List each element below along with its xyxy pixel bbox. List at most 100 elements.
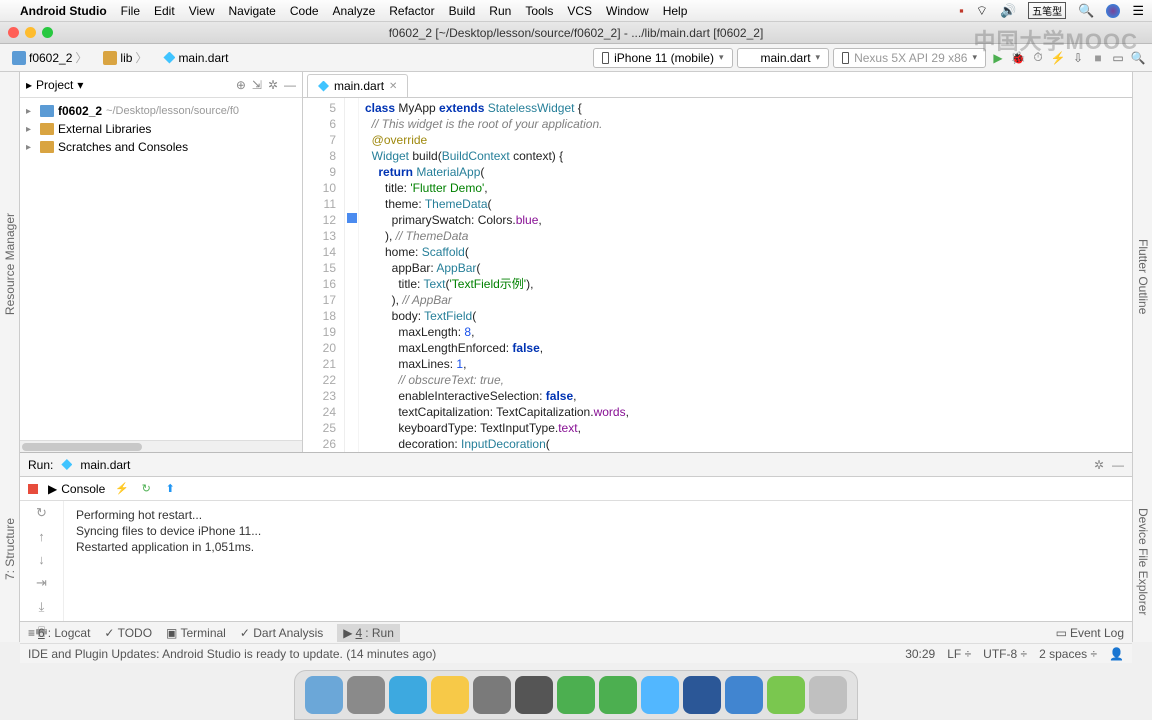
avd-selector[interactable]: Nexus 5X API 29 x86▾	[833, 48, 986, 68]
stop-run-button[interactable]	[28, 484, 38, 494]
volume-icon[interactable]: 🔊	[1000, 3, 1016, 19]
menu-window[interactable]: Window	[606, 4, 649, 18]
app-name[interactable]: Android Studio	[20, 4, 107, 18]
indent-setting[interactable]: 2 spaces ÷	[1039, 647, 1097, 661]
dock-app-7[interactable]	[599, 676, 637, 714]
file-encoding[interactable]: UTF-8 ÷	[983, 647, 1027, 661]
left-tool-tabs-lower: 7: Structure 2: Favorites	[0, 452, 20, 642]
right-tool-tabs: Flutter Outline Flutter Inspector Flutte…	[1132, 72, 1152, 452]
menu-navigate[interactable]: Navigate	[228, 4, 275, 18]
run-tab[interactable]: ▶ 4: Run	[337, 624, 400, 642]
tree-item[interactable]: ▸f0602_2 ~/Desktop/lesson/source/f0	[20, 102, 302, 120]
menu-analyze[interactable]: Analyze	[333, 4, 376, 18]
dock-app-12[interactable]	[809, 676, 847, 714]
right-tool-tabs-lower: Device File Explorer	[1132, 452, 1152, 642]
close-tab-icon[interactable]: ✕	[389, 81, 397, 92]
dock-app-1[interactable]	[347, 676, 385, 714]
dock-app-0[interactable]	[305, 676, 343, 714]
menu-build[interactable]: Build	[449, 4, 476, 18]
todo-tab[interactable]: ✓ TODO	[104, 626, 152, 640]
menu-run[interactable]: Run	[489, 4, 511, 18]
line-separator[interactable]: LF ÷	[947, 647, 971, 661]
tree-item[interactable]: ▸Scratches and Consoles	[20, 138, 302, 156]
debug-button[interactable]: 🐞	[1010, 50, 1026, 66]
attach-button[interactable]: ⇩	[1070, 50, 1086, 66]
close-window-button[interactable]	[8, 27, 19, 38]
collapse-all-icon[interactable]: ⇲	[252, 78, 262, 92]
project-view-selector[interactable]: ▸ Project ▾	[26, 78, 83, 92]
down-icon[interactable]: ↓	[38, 552, 45, 567]
cursor-position: 30:29	[905, 647, 935, 661]
breadcrumb-file[interactable]: main.dart	[157, 49, 234, 67]
siri-icon[interactable]	[1106, 4, 1120, 18]
menu-file[interactable]: File	[121, 4, 140, 18]
dock-app-8[interactable]	[641, 676, 679, 714]
notification-center-icon[interactable]: ☰	[1132, 3, 1144, 19]
dock-app-4[interactable]	[473, 676, 511, 714]
tree-item[interactable]: ▸External Libraries	[20, 120, 302, 138]
project-panel: ▸ Project ▾ ⊕ ⇲ ✲ — ▸f0602_2 ~/Desktop/l…	[20, 72, 303, 452]
logcat-tab[interactable]: ≡ 6: Logcat	[28, 626, 90, 640]
resource-manager-tab[interactable]: Resource Manager	[1, 207, 19, 321]
terminal-tab[interactable]: ▣ Terminal	[166, 626, 226, 640]
spotlight-icon[interactable]: 🔍	[1078, 3, 1094, 19]
console-tab[interactable]: ▶ Console	[48, 482, 105, 496]
structure-tab[interactable]: 7: Structure	[1, 512, 19, 586]
project-h-scrollbar[interactable]	[20, 440, 302, 452]
ime-indicator[interactable]: 五笔型	[1028, 2, 1066, 19]
run-hide-icon[interactable]: —	[1112, 458, 1124, 472]
inspection-icon[interactable]: 👤	[1109, 647, 1124, 661]
run-button[interactable]: ▶	[990, 50, 1006, 66]
left-tool-tabs: Resource Manager 1: Project	[0, 72, 20, 452]
run-config-selector[interactable]: main.dart▾	[737, 48, 830, 68]
event-log-tab[interactable]: ▭ Event Log	[1056, 626, 1124, 640]
minimize-window-button[interactable]	[25, 27, 36, 38]
hot-reload-icon[interactable]: ⚡	[115, 482, 129, 495]
window-titlebar: f0602_2 [~/Desktop/lesson/source/f0602_2…	[0, 22, 1152, 44]
dock-app-3[interactable]	[431, 676, 469, 714]
run-left-toolbar: ↻ ↑ ↓ ⇥ ⤓ 🖶	[20, 501, 64, 621]
record-icon[interactable]: ▪	[959, 3, 964, 18]
menu-code[interactable]: Code	[290, 4, 319, 18]
wrap-icon[interactable]: ⇥	[36, 575, 47, 591]
menu-view[interactable]: View	[189, 4, 215, 18]
breadcrumb-folder[interactable]: lib 〉	[97, 47, 153, 68]
profile-button[interactable]: ⏱	[1030, 50, 1046, 66]
dock-app-2[interactable]	[389, 676, 427, 714]
scroll-end-icon[interactable]: ⤓	[39, 599, 45, 615]
code-editor[interactable]: 5678910111213141516171819202122232425262…	[303, 98, 1132, 452]
menu-tools[interactable]: Tools	[525, 4, 553, 18]
dock-app-10[interactable]	[725, 676, 763, 714]
menu-vcs[interactable]: VCS	[567, 4, 592, 18]
menu-refactor[interactable]: Refactor	[389, 4, 434, 18]
console-output[interactable]: Performing hot restart...Syncing files t…	[64, 501, 1132, 621]
dart-analysis-tab[interactable]: ✓ Dart Analysis	[240, 626, 323, 640]
hot-reload-button[interactable]: ⚡	[1050, 50, 1066, 66]
run-panel-title: Run:	[28, 458, 53, 472]
bottom-tool-tabs: ≡ 6: Logcat ✓ TODO ▣ Terminal ✓ Dart Ana…	[20, 621, 1132, 643]
settings-icon[interactable]: ✲	[268, 78, 278, 92]
avd-manager-button[interactable]: ▭	[1110, 50, 1126, 66]
flutter-outline-tab[interactable]: Flutter Outline	[1134, 233, 1152, 320]
scroll-from-source-icon[interactable]: ⊕	[236, 78, 246, 92]
open-devtools-icon[interactable]: ⬆	[163, 482, 177, 495]
run-settings-icon[interactable]: ✲	[1094, 458, 1104, 472]
search-button[interactable]: 🔍	[1130, 50, 1146, 66]
zoom-window-button[interactable]	[42, 27, 53, 38]
menu-help[interactable]: Help	[663, 4, 688, 18]
dock-app-11[interactable]	[767, 676, 805, 714]
dock-app-6[interactable]	[557, 676, 595, 714]
up-icon[interactable]: ↑	[38, 529, 45, 544]
stop-button[interactable]: ■	[1090, 50, 1106, 66]
hot-restart-icon[interactable]: ↻	[139, 482, 153, 495]
device-file-explorer-tab[interactable]: Device File Explorer	[1134, 502, 1152, 621]
breadcrumb-project[interactable]: f0602_2 〉	[6, 47, 93, 68]
menu-edit[interactable]: Edit	[154, 4, 175, 18]
dock-app-5[interactable]	[515, 676, 553, 714]
rerun-icon[interactable]: ↻	[36, 505, 47, 521]
dock-app-9[interactable]	[683, 676, 721, 714]
wifi-icon[interactable]: ⌔	[976, 3, 988, 19]
editor-tab-main[interactable]: main.dart✕	[307, 74, 408, 97]
device-selector[interactable]: iPhone 11 (mobile)▾	[593, 48, 732, 68]
hide-panel-icon[interactable]: —	[284, 78, 296, 92]
